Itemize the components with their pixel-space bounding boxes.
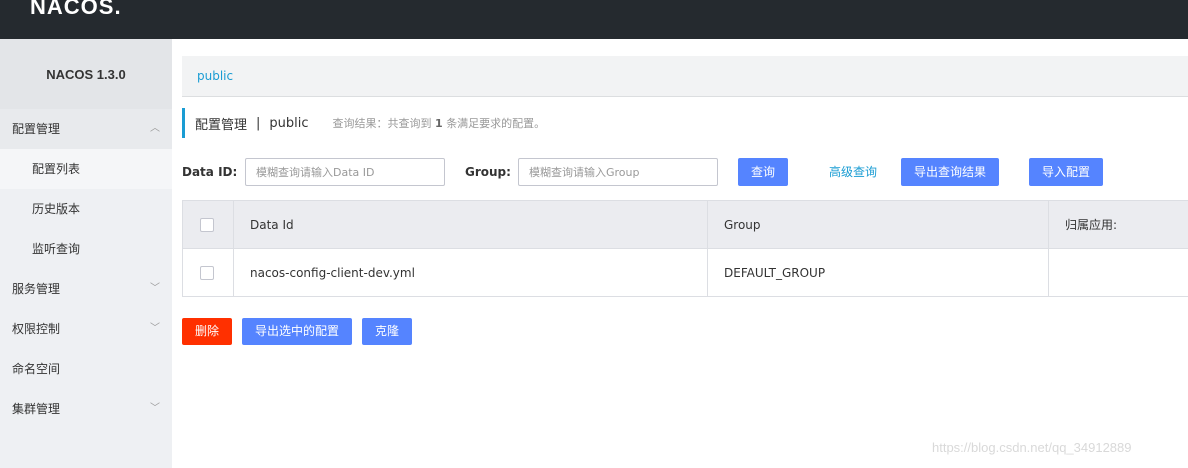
chevron-down-icon: ﹀	[150, 403, 160, 414]
namespace-bar: public	[182, 56, 1188, 97]
sidebar-item-label: 历史版本	[32, 202, 81, 216]
clone-button[interactable]: 克隆	[362, 318, 412, 345]
column-header-app[interactable]: 归属应用:	[1049, 201, 1188, 248]
group-input[interactable]	[518, 158, 718, 186]
chevron-down-icon: ﹀	[150, 323, 160, 334]
hint-prefix: 查询结果：共查询到	[332, 117, 432, 130]
column-header-data-id[interactable]: Data Id	[234, 201, 708, 248]
main-content: public 配置管理 | public 查询结果：共查询到 1 条满足要求的配…	[172, 39, 1188, 468]
nacos-logo[interactable]: NACOS.	[30, 0, 122, 20]
title-separator: |	[256, 115, 261, 131]
sidebar-item-label: 权限控制	[12, 322, 61, 336]
select-all-checkbox[interactable]	[200, 217, 214, 232]
sidebar-item-cluster-management[interactable]: 集群管理 ﹀	[0, 389, 172, 429]
row-checkbox[interactable]	[200, 265, 214, 280]
table-row[interactable]: nacos-config-client-dev.yml DEFAULT_GROU…	[183, 249, 1188, 296]
table-header: Data Id Group 归属应用:	[183, 201, 1188, 249]
sidebar: NACOS 1.3.0 配置管理 ︿ 配置列表 历史版本 监听查询 服务管理 ﹀…	[0, 39, 172, 468]
sidebar-item-label: 配置列表	[32, 162, 81, 176]
sidebar-title: NACOS 1.3.0	[0, 39, 172, 109]
title-namespace: public	[269, 115, 309, 131]
data-id-label: Data ID:	[182, 165, 238, 179]
namespace-link-public[interactable]: public	[197, 56, 233, 97]
query-button[interactable]: 查询	[738, 158, 788, 186]
config-table: Data Id Group 归属应用: nacos-config-client-…	[182, 200, 1188, 297]
sidebar-item-service-management[interactable]: 服务管理 ﹀	[0, 269, 172, 309]
result-count: 1	[435, 117, 443, 130]
sidebar-item-config-management[interactable]: 配置管理 ︿	[0, 109, 172, 149]
chevron-down-icon: ﹀	[150, 283, 160, 294]
row-checkbox-cell	[183, 249, 234, 296]
sidebar-item-label: 命名空间	[12, 362, 61, 376]
sidebar-item-label: 服务管理	[12, 282, 61, 296]
data-id-input[interactable]	[245, 158, 445, 186]
sidebar-item-config-list[interactable]: 配置列表	[0, 149, 172, 189]
cell-group: DEFAULT_GROUP	[708, 249, 1049, 296]
delete-button[interactable]: 删除	[182, 318, 232, 345]
page-title-text: 配置管理	[195, 117, 248, 133]
sidebar-item-access-control[interactable]: 权限控制 ﹀	[0, 309, 172, 349]
page-title: 配置管理 | public 查询结果：共查询到 1 条满足要求的配置。	[182, 108, 545, 138]
advanced-query-link[interactable]: 高级查询	[829, 158, 877, 186]
sidebar-item-label: 监听查询	[32, 242, 81, 256]
sidebar-item-history[interactable]: 历史版本	[0, 189, 172, 229]
import-config-button[interactable]: 导入配置	[1029, 158, 1103, 186]
sidebar-item-label: 集群管理	[12, 402, 61, 416]
hint-suffix: 条满足要求的配置。	[446, 117, 546, 130]
column-header-group[interactable]: Group	[708, 201, 1049, 248]
cell-data-id: nacos-config-client-dev.yml	[234, 249, 708, 296]
sidebar-item-label: 配置管理	[12, 122, 61, 136]
cell-app	[1049, 249, 1188, 296]
chevron-up-icon: ︿	[150, 123, 160, 134]
top-bar: NACOS.	[0, 0, 1188, 39]
filter-bar: Data ID: Group: 查询 高级查询 导出查询结果 导入配置	[182, 158, 1188, 186]
sidebar-item-namespace[interactable]: 命名空间	[0, 349, 172, 389]
group-label: Group:	[465, 165, 511, 179]
watermark: https://blog.csdn.net/qq_34912889	[932, 440, 1132, 455]
export-selected-button[interactable]: 导出选中的配置	[242, 318, 352, 345]
header-checkbox-cell	[183, 201, 234, 248]
query-result-hint: 查询结果：共查询到 1 条满足要求的配置。	[333, 115, 546, 131]
export-results-button[interactable]: 导出查询结果	[901, 158, 999, 186]
sidebar-item-listener-query[interactable]: 监听查询	[0, 229, 172, 269]
